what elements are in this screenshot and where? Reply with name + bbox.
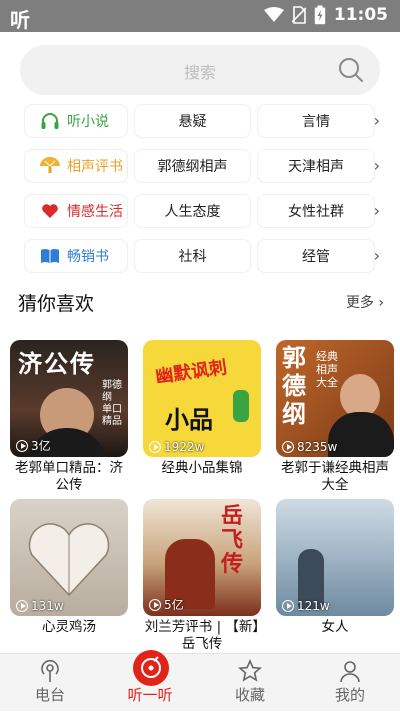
headphones-icon xyxy=(39,111,61,131)
play-count: 8235w xyxy=(282,440,337,454)
nav-listen[interactable]: 听一听 xyxy=(100,650,200,712)
category-label: 听小说 xyxy=(67,114,109,130)
listen-disc-icon xyxy=(133,650,169,686)
album-cover[interactable]: 幽默讽刺 小品 1922w xyxy=(143,340,261,457)
album-title[interactable]: 老郭于谦经典相声大全 xyxy=(276,460,394,494)
subcategory-item[interactable]: 经管 xyxy=(257,239,375,273)
status-icons: 11:05 xyxy=(263,5,388,25)
search-placeholder[interactable]: 搜索 xyxy=(20,59,380,83)
nav-label: 听一听 xyxy=(127,686,173,704)
cover-subtitle: 郭德纲 单口精品 xyxy=(102,380,122,427)
album-card[interactable]: 121w 女人 xyxy=(276,499,394,636)
nav-mine[interactable]: 我的 xyxy=(300,654,400,712)
heart-icon xyxy=(39,201,61,221)
album-cover[interactable]: 济公传 郭德纲 单口精品 3亿 xyxy=(10,340,128,457)
wifi-icon xyxy=(263,7,284,22)
cover-subtitle: 幽默讽刺 xyxy=(154,357,229,388)
subcategory-item[interactable]: 社科 xyxy=(134,239,251,273)
subcategory-item[interactable]: 人生态度 xyxy=(134,194,251,228)
album-cover[interactable]: 岳飞传 5亿 xyxy=(143,499,261,616)
subcategory-item[interactable]: 女性社群 xyxy=(257,194,375,228)
portrait-body xyxy=(328,412,394,457)
more-link[interactable]: 更多 › xyxy=(346,292,384,312)
album-card[interactable]: 郭德纲 经典 相声大全 8235w 老郭于谦经典相声大全 xyxy=(276,340,394,494)
play-count: 131w xyxy=(16,599,64,613)
status-bar: 听 11:05 xyxy=(0,0,400,32)
nav-radio[interactable]: 电台 xyxy=(0,654,100,712)
chevron-right-icon: › xyxy=(378,295,384,311)
album-title[interactable]: 女人 xyxy=(276,619,394,636)
play-count: 1922w xyxy=(149,440,204,454)
radio-tower-icon xyxy=(41,659,59,682)
play-icon xyxy=(149,441,161,453)
album-cover[interactable]: 郭德纲 经典 相声大全 8235w xyxy=(276,340,394,457)
cartoon-figure xyxy=(233,390,249,422)
category-crosstalk[interactable]: 相声评书 xyxy=(24,149,128,183)
more-label: 更多 xyxy=(345,295,374,311)
play-icon xyxy=(149,598,161,611)
album-card[interactable]: 幽默讽刺 小品 1922w 经典小品集锦 xyxy=(143,340,261,477)
fan-icon xyxy=(39,156,61,176)
star-icon xyxy=(238,659,262,682)
cover-subtitle: 经典 相声大全 xyxy=(316,350,338,389)
play-icon xyxy=(282,600,294,612)
battery-charging-icon xyxy=(314,5,326,25)
nav-label: 我的 xyxy=(334,686,365,704)
nav-label: 电台 xyxy=(34,686,65,704)
play-count: 3亿 xyxy=(16,437,51,454)
app-notification-icon: 听 xyxy=(10,8,30,32)
category-row-novel: 听小说 悬疑 言情 › xyxy=(24,104,384,138)
album-title[interactable]: 经典小品集锦 xyxy=(143,460,261,477)
album-cover[interactable]: 131w xyxy=(10,499,128,616)
album-title[interactable]: 老郭单口精品：济公传 xyxy=(10,460,128,494)
cover-title: 郭德纲 xyxy=(282,344,306,428)
category-row-crosstalk: 相声评书 郭德纲相声 天津相声 › xyxy=(24,149,384,183)
book-icon xyxy=(39,246,61,266)
album-card[interactable]: 岳飞传 5亿 刘兰芳评书 | 【新】岳飞传 xyxy=(143,499,261,653)
play-count: 5亿 xyxy=(149,596,184,613)
subcategory-item[interactable]: 郭德纲相声 xyxy=(134,149,251,183)
play-icon xyxy=(282,441,294,453)
category-label: 情感生活 xyxy=(67,204,123,220)
category-novel[interactable]: 听小说 xyxy=(24,104,128,138)
play-count: 121w xyxy=(282,599,330,613)
category-label: 相声评书 xyxy=(67,159,123,175)
play-icon xyxy=(16,439,28,452)
category-row-emotion: 情感生活 人生态度 女性社群 › xyxy=(24,194,384,228)
chevron-right-icon[interactable]: › xyxy=(374,246,380,265)
album-cover[interactable]: 121w xyxy=(276,499,394,616)
category-row-bestseller: 畅销书 社科 经管 › xyxy=(24,239,384,273)
bottom-nav: 电台 听一听 收藏 我的 xyxy=(0,650,400,712)
nav-favorites[interactable]: 收藏 xyxy=(200,654,300,712)
album-card[interactable]: 131w 心灵鸡汤 xyxy=(10,499,128,636)
category-label: 畅销书 xyxy=(67,249,109,265)
album-title[interactable]: 心灵鸡汤 xyxy=(10,619,128,636)
user-icon xyxy=(340,661,360,683)
play-icon xyxy=(16,600,28,612)
subcategory-item[interactable]: 悬疑 xyxy=(134,104,251,138)
cover-title: 岳飞传 xyxy=(221,504,244,577)
subcategory-item[interactable]: 天津相声 xyxy=(257,149,375,183)
no-sim-icon xyxy=(291,6,306,24)
category-emotion[interactable]: 情感生活 xyxy=(24,194,128,228)
chevron-right-icon[interactable]: › xyxy=(374,201,380,220)
clock: 11:05 xyxy=(333,5,388,25)
album-title[interactable]: 刘兰芳评书 | 【新】岳飞传 xyxy=(143,619,261,653)
subcategory-item[interactable]: 言情 xyxy=(257,104,375,138)
nav-label: 收藏 xyxy=(234,686,265,704)
search-bar[interactable]: 搜索 xyxy=(20,45,380,95)
cover-title: 济公传 xyxy=(18,349,96,378)
section-title: 猜你喜欢 xyxy=(18,293,95,315)
chevron-right-icon[interactable]: › xyxy=(374,111,380,130)
album-card[interactable]: 济公传 郭德纲 单口精品 3亿 老郭单口精品：济公传 xyxy=(10,340,128,494)
chevron-right-icon[interactable]: › xyxy=(374,156,380,175)
search-icon[interactable] xyxy=(338,57,364,83)
cover-title: 小品 xyxy=(165,406,213,434)
category-bestseller[interactable]: 畅销书 xyxy=(24,239,128,273)
